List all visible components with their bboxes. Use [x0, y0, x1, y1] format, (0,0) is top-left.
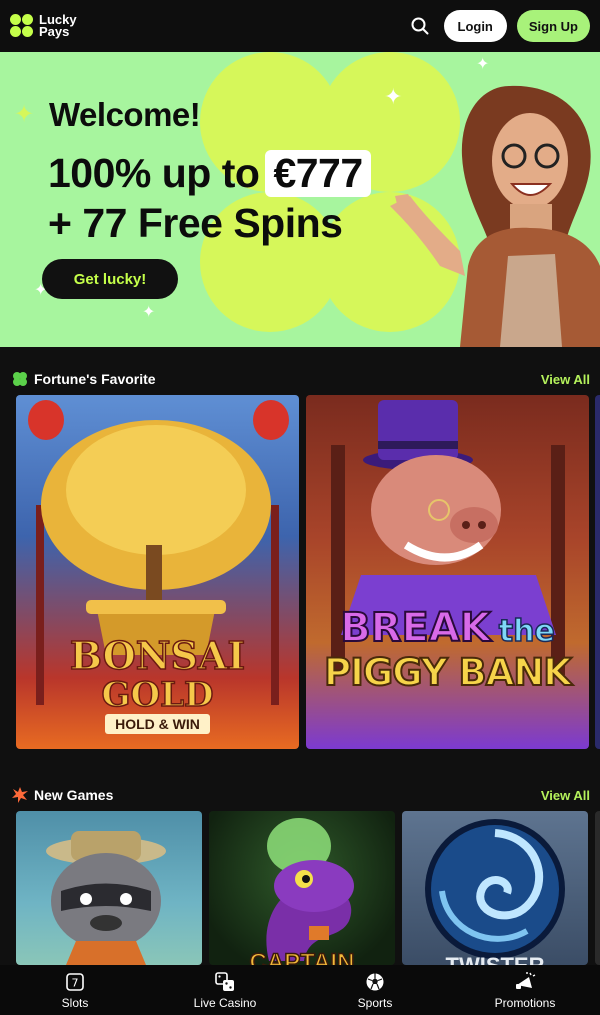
game-card-break-the-piggy-bank[interactable]: BREAK the PIGGY BANK — [306, 395, 589, 749]
game-title-line2: GOLD — [101, 675, 215, 715]
nav-sports[interactable]: Sports — [300, 965, 450, 1015]
game-title-the: the — [498, 613, 556, 650]
login-button[interactable]: Login — [443, 10, 507, 42]
dice-icon — [214, 971, 236, 993]
nav-slots[interactable]: 7 Slots — [0, 965, 150, 1015]
soccer-ball-icon — [364, 971, 386, 993]
clover-icon — [13, 372, 27, 386]
game-title-line2: PIGGY BANK — [323, 650, 573, 695]
game-card-captain[interactable]: CAPTAIN — [209, 811, 395, 965]
game-subtitle: HOLD & WIN — [105, 714, 210, 734]
nav-label: Slots — [61, 995, 89, 1010]
game-title-line1: CAPTAIN — [249, 948, 355, 965]
section-title: New Games — [34, 787, 114, 803]
hero-offer-line2: + 77 Free Spins — [48, 200, 343, 246]
piggy-bank-artwork — [331, 400, 565, 675]
nav-label: Promotions — [494, 995, 556, 1010]
page: Lucky Pays Login Sign Up ✦ ✦ ✦ ✦ ✦ Welco… — [0, 0, 600, 1015]
clover-logo-icon — [10, 14, 34, 38]
logo[interactable]: Lucky Pays — [10, 12, 77, 39]
view-all-link[interactable]: View All — [541, 372, 590, 387]
welcome-banner[interactable]: ✦ ✦ ✦ ✦ ✦ Welcome! 100% up to €777 + 77 … — [0, 52, 600, 347]
game-title-line1: BONSAI — [69, 632, 246, 679]
hero-welcome-text: Welcome! — [49, 96, 201, 133]
bonus-amount: €777 — [265, 150, 371, 197]
megaphone-icon — [514, 971, 536, 993]
section-header-favorites: Fortune's Favorite View All — [0, 364, 600, 394]
section-title: Fortune's Favorite — [34, 371, 156, 387]
nav-label: Live Casino — [193, 995, 257, 1010]
game-title-line1: TWISTER — [402, 953, 588, 965]
snake-artwork — [266, 818, 354, 961]
game-title-line1: BREAK — [339, 604, 492, 652]
raccoon-artwork — [46, 831, 166, 965]
view-all-link[interactable]: View All — [541, 788, 590, 803]
get-lucky-button[interactable]: Get lucky! — [42, 259, 178, 299]
game-card-raccoon[interactable] — [16, 811, 202, 965]
top-header: Lucky Pays Login Sign Up — [0, 0, 600, 52]
signup-button[interactable]: Sign Up — [516, 10, 590, 42]
nav-promotions[interactable]: Promotions — [450, 965, 600, 1015]
sparkle-icon: ✦ — [142, 304, 156, 321]
nav-live-casino[interactable]: Live Casino — [150, 965, 300, 1015]
bottom-nav: 7 Slots Live Casino Sports Promotions — [0, 965, 600, 1015]
game-card-peek[interactable] — [595, 811, 600, 965]
game-card-twister[interactable]: TWISTER — [402, 811, 588, 965]
hero-offer-line1: 100% up to €777 — [48, 150, 371, 197]
logo-text: Lucky Pays — [39, 12, 77, 39]
search-icon — [411, 17, 428, 35]
nav-label: Sports — [357, 995, 393, 1010]
burst-icon — [12, 787, 28, 803]
slot-machine-icon: 7 — [64, 971, 86, 993]
twister-artwork — [425, 819, 565, 959]
game-card-bonsai-gold[interactable]: BONSAI GOLD HOLD & WIN — [16, 395, 299, 749]
smiling-woman-image — [390, 85, 600, 347]
section-header-new-games: New Games View All — [0, 780, 600, 810]
svg-text:7: 7 — [72, 976, 79, 989]
game-card-peek[interactable] — [595, 395, 600, 749]
search-button[interactable] — [406, 12, 434, 40]
sparkle-icon: ✦ — [14, 101, 35, 128]
